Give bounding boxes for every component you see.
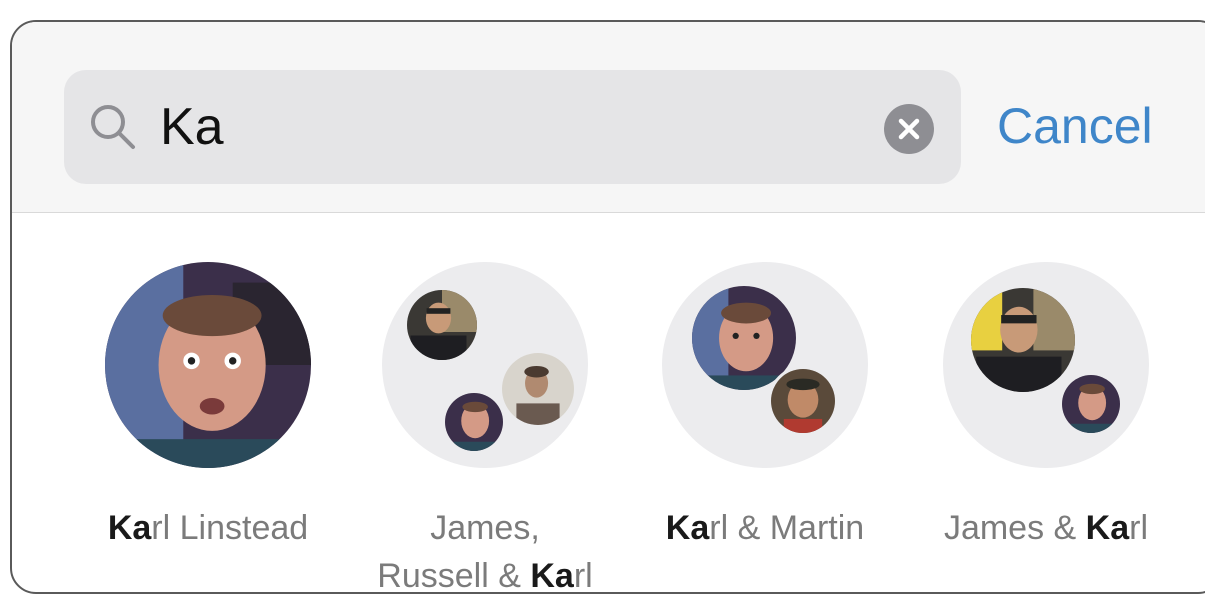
search-panel: Cancel — [10, 20, 1205, 594]
contact-photo — [499, 350, 577, 428]
contact-photo — [442, 390, 506, 454]
contact-name: Karl Linstead — [107, 509, 309, 547]
search-field[interactable] — [64, 70, 961, 184]
contact-results: Karl Linstead James, Russell & Karl Karl… — [12, 214, 1205, 592]
contact-photo — [105, 262, 311, 468]
cancel-button[interactable]: Cancel — [997, 86, 1153, 166]
search-input[interactable] — [160, 88, 860, 166]
group-avatar — [662, 262, 868, 468]
search-header: Cancel — [12, 22, 1205, 213]
group-avatar — [382, 262, 588, 468]
contact-photo — [1059, 372, 1123, 436]
contact-name: James & Karl — [943, 509, 1149, 547]
clear-icon — [898, 118, 920, 140]
search-icon — [86, 100, 140, 154]
group-avatar — [943, 262, 1149, 468]
contact-name: Karl & Martin — [665, 509, 865, 547]
clear-search-button[interactable] — [884, 104, 934, 154]
contact-name: James, Russell & Karl — [377, 509, 593, 594]
avatar — [105, 262, 311, 468]
contact-photo — [407, 290, 477, 360]
contact-photo — [971, 288, 1075, 392]
contact-photo — [768, 366, 838, 436]
